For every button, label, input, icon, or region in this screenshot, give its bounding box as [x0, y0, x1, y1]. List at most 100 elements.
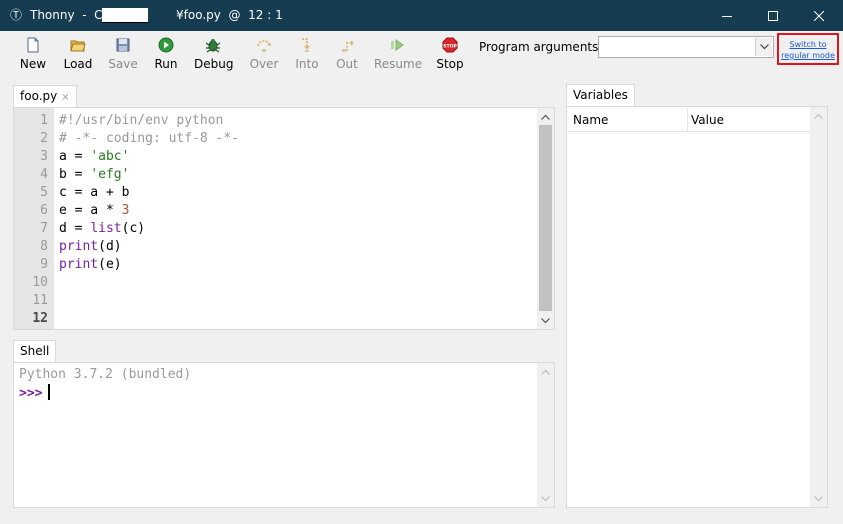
save-button[interactable]: Save	[108, 35, 138, 75]
combobox-dropdown-button[interactable]	[755, 38, 772, 56]
code-token: e = a *	[59, 203, 122, 218]
line-number: 6	[40, 203, 48, 218]
new-button[interactable]: New	[18, 35, 48, 75]
redacted-path-segment	[102, 8, 148, 23]
editor-tab-label: foo.py	[20, 89, 58, 103]
tab-foo-py[interactable]: foo.py ×	[13, 85, 77, 108]
code-line[interactable]: #!/usr/bin/env python	[59, 112, 539, 130]
code-token: 3	[121, 203, 130, 218]
switch-to-regular-mode-link[interactable]: Switch to regular mode	[777, 33, 839, 65]
bug-icon	[205, 39, 221, 53]
minimize-button[interactable]	[704, 0, 750, 31]
variables-panel[interactable]: Name Value	[566, 106, 828, 508]
shell-text[interactable]: Python 3.7.2 (bundled) >>>	[19, 366, 191, 402]
maximize-icon	[768, 10, 778, 21]
shell-vertical-scrollbar[interactable]	[537, 363, 554, 507]
line-number: 4	[40, 167, 48, 182]
code-token: 'abc'	[90, 149, 130, 164]
step-into-button[interactable]: Into	[292, 35, 322, 75]
step-out-icon	[342, 40, 354, 52]
run-button-label: Run	[154, 57, 178, 71]
editor-vertical-scrollbar[interactable]	[537, 108, 554, 329]
tab-close-icon[interactable]: ×	[61, 92, 69, 103]
code-token: (e)	[98, 257, 122, 272]
code-line[interactable]	[59, 292, 539, 310]
line-number: 10	[32, 275, 48, 290]
code-line[interactable]: c = a + b	[59, 184, 539, 202]
chevron-up-icon	[814, 113, 823, 119]
code-line[interactable]: print(e)	[59, 256, 539, 274]
code-line[interactable]	[59, 274, 539, 292]
column-header-value[interactable]: Value	[688, 108, 810, 132]
close-icon	[814, 10, 824, 21]
scroll-up-arrow[interactable]	[810, 107, 827, 124]
step-out-button[interactable]: Out	[334, 35, 360, 75]
code-text[interactable]: #!/usr/bin/env python # -*- coding: utf-8…	[59, 112, 539, 328]
chevron-down-icon	[814, 495, 823, 501]
stop-button[interactable]: STOP Stop	[434, 35, 466, 75]
line-numbers: 1 2 3 4 5 6 7 8 9 10 11 12	[14, 112, 54, 328]
line-number-gutter: 1 2 3 4 5 6 7 8 9 10 11 12	[14, 108, 54, 329]
stop-sign-icon: STOP	[442, 37, 458, 53]
code-line[interactable]: a = 'abc'	[59, 148, 539, 166]
save-button-label: Save	[108, 57, 138, 71]
mode-switch-line2: regular mode	[781, 51, 835, 60]
variables-tab-label: Variables	[573, 88, 628, 102]
folder-open-icon	[70, 40, 86, 52]
code-token: # -*- coding: utf-8 -*-	[59, 131, 240, 146]
load-button[interactable]: Load	[62, 35, 94, 75]
variables-table-header: Name Value	[568, 108, 810, 132]
tab-variables[interactable]: Variables	[566, 84, 635, 107]
svg-text:STOP: STOP	[443, 44, 457, 50]
shell-prompt-line[interactable]: >>>	[19, 384, 191, 402]
scroll-down-arrow[interactable]	[810, 490, 827, 507]
scroll-up-arrow[interactable]	[537, 363, 554, 380]
step-over-button[interactable]: Over	[247, 35, 281, 75]
scroll-down-arrow[interactable]	[537, 490, 554, 507]
chevron-up-icon	[541, 114, 550, 120]
scroll-up-arrow[interactable]	[537, 108, 554, 125]
resume-button-label: Resume	[374, 57, 423, 71]
step-out-button-label: Out	[336, 57, 358, 71]
shell-console[interactable]: Python 3.7.2 (bundled) >>>	[13, 362, 555, 508]
line-number: 11	[32, 293, 48, 308]
scroll-down-arrow[interactable]	[537, 312, 554, 329]
text-cursor	[48, 384, 51, 400]
code-line[interactable]: e = a * 3	[59, 202, 539, 220]
code-line[interactable]: # -*- coding: utf-8 -*-	[59, 130, 539, 148]
close-button[interactable]	[796, 0, 842, 31]
code-token: b =	[59, 167, 91, 182]
code-line[interactable]	[59, 310, 539, 328]
new-file-icon	[27, 37, 39, 53]
code-token: c = a + b	[59, 185, 130, 200]
debug-button[interactable]: Debug	[194, 35, 233, 75]
maximize-button[interactable]	[750, 0, 796, 31]
code-token: print	[59, 239, 99, 254]
code-token: d =	[59, 221, 91, 236]
python-version-banner: Python 3.7.2 (bundled)	[19, 367, 192, 382]
resume-icon	[391, 39, 404, 51]
program-arguments-combobox[interactable]	[598, 36, 774, 58]
mode-switch-line1: Switch to	[789, 40, 827, 49]
program-arguments-label: Program arguments:	[479, 40, 603, 54]
variables-vertical-scrollbar[interactable]	[810, 107, 827, 507]
tab-shell[interactable]: Shell	[13, 340, 57, 363]
code-editor[interactable]: 1 2 3 4 5 6 7 8 9 10 11 12 #!/usr/bin/env python # -…	[13, 107, 555, 330]
line-number: 8	[40, 239, 48, 254]
code-line[interactable]: print(d)	[59, 238, 539, 256]
stop-button-label: Stop	[436, 57, 464, 71]
play-icon	[158, 37, 174, 53]
resume-button[interactable]: Resume	[374, 35, 423, 75]
new-button-label: New	[19, 57, 47, 71]
step-into-button-label: Into	[295, 57, 319, 71]
code-line[interactable]: b = 'efg'	[59, 166, 539, 184]
thonny-icon: Ⓣ	[10, 8, 23, 22]
code-token: list	[90, 221, 122, 236]
toolbar: New Load Save Run Debug Over Into Out Re…	[0, 31, 843, 79]
column-header-name[interactable]: Name	[570, 108, 688, 132]
code-line[interactable]: d = list(c)	[59, 220, 539, 238]
run-button[interactable]: Run	[151, 35, 181, 75]
title-bar: Ⓣ Thonny - C:¥ ¥foo.py @ 12 : 1	[0, 0, 843, 31]
window-title-suffix: ¥foo.py @ 12 : 1	[176, 8, 283, 22]
scroll-thumb[interactable]	[539, 125, 552, 311]
